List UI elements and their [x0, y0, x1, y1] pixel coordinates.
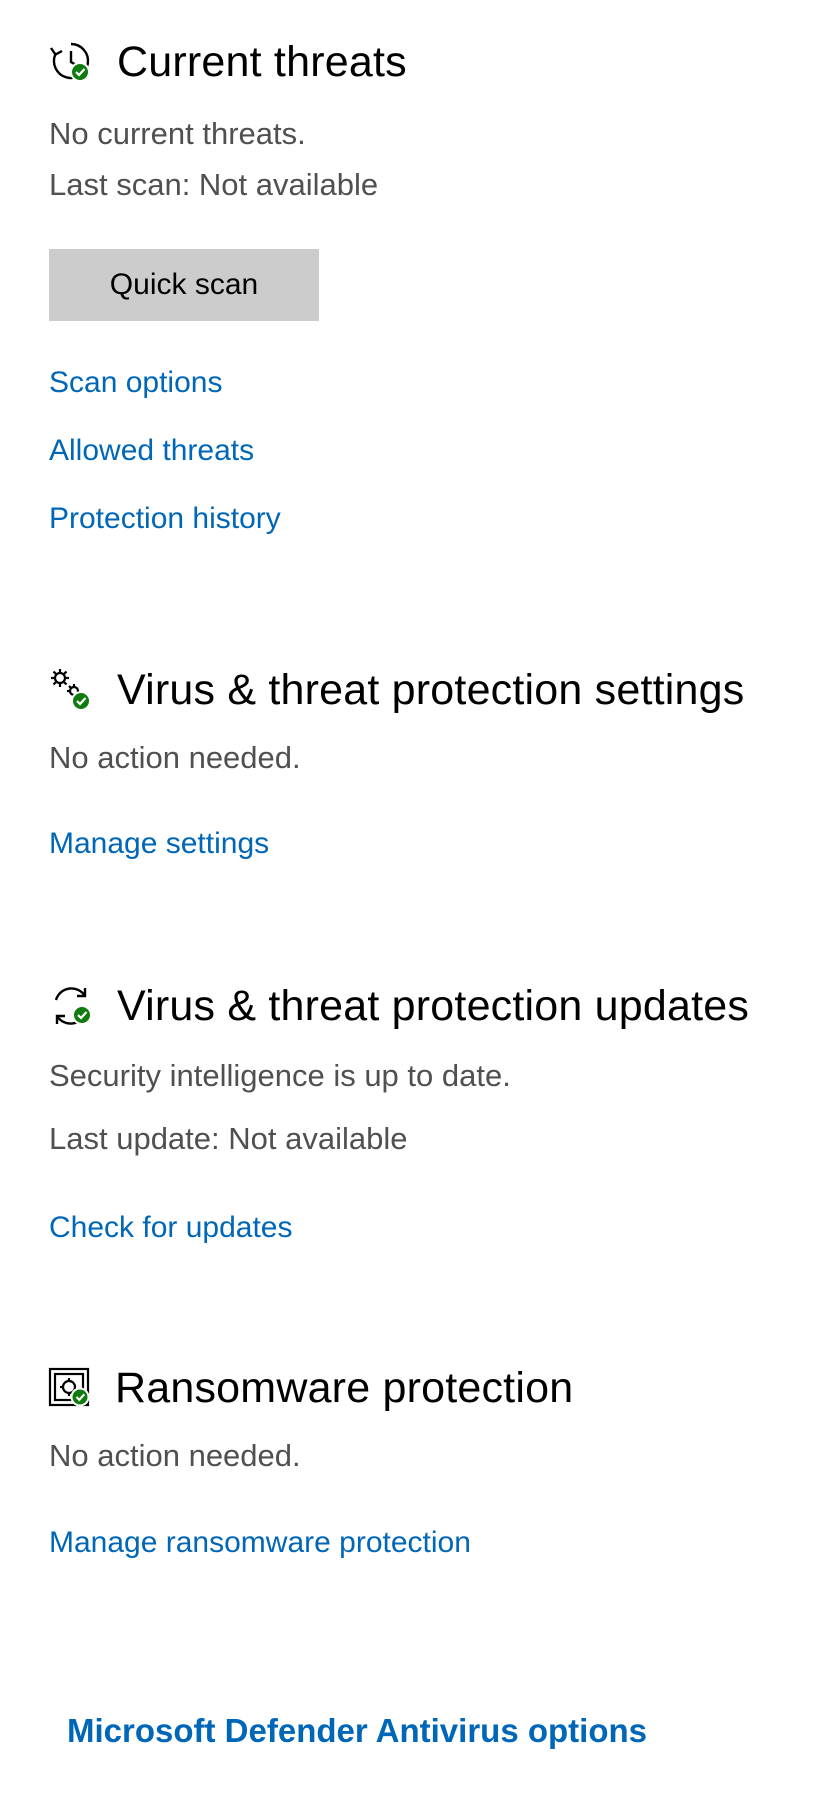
- manage-ransomware-link[interactable]: Manage ransomware protection: [49, 1523, 471, 1563]
- protection-settings-heading: Virus & threat protection settings: [49, 662, 802, 718]
- threat-status-text: No current threats.: [49, 116, 306, 151]
- scan-options-link[interactable]: Scan options: [49, 363, 222, 403]
- last-scan-text: Last scan: Not available: [49, 167, 379, 202]
- protection-updates-heading: Virus & threat protection updates: [49, 978, 802, 1034]
- ransomware-section: Ransomware protection No action needed. …: [48, 1360, 802, 1559]
- protection-history-link[interactable]: Protection history: [49, 499, 281, 539]
- protection-updates-section: Virus & threat protection updates Securi…: [49, 978, 802, 1244]
- vault-check-icon: [48, 1367, 90, 1407]
- quick-scan-button[interactable]: Quick scan: [49, 249, 319, 321]
- history-check-icon: [50, 42, 90, 82]
- manage-settings-link[interactable]: Manage settings: [49, 824, 269, 864]
- allowed-threats-link[interactable]: Allowed threats: [49, 431, 254, 471]
- ransomware-title: Ransomware protection: [115, 1364, 574, 1412]
- protection-settings-title: Virus & threat protection settings: [117, 666, 745, 714]
- gears-check-icon: [51, 669, 91, 711]
- current-threats-title: Current threats: [117, 38, 407, 86]
- ransomware-heading: Ransomware protection: [48, 1360, 802, 1416]
- protection-settings-section: Virus & threat protection settings No ac…: [49, 662, 802, 860]
- last-update-text: Last update: Not available: [49, 1121, 408, 1156]
- protection-updates-title: Virus & threat protection updates: [117, 982, 750, 1030]
- refresh-check-icon: [54, 987, 92, 1025]
- ransomware-status-text: No action needed.: [49, 1438, 301, 1473]
- current-threats-section: Current threats No current threats. Last…: [49, 34, 802, 535]
- settings-status-text: No action needed.: [49, 740, 301, 775]
- check-for-updates-link[interactable]: Check for updates: [49, 1208, 292, 1248]
- current-threats-heading: Current threats: [49, 34, 802, 90]
- defender-antivirus-options-link[interactable]: Microsoft Defender Antivirus options: [67, 1712, 647, 1750]
- intelligence-status-text: Security intelligence is up to date.: [49, 1058, 511, 1093]
